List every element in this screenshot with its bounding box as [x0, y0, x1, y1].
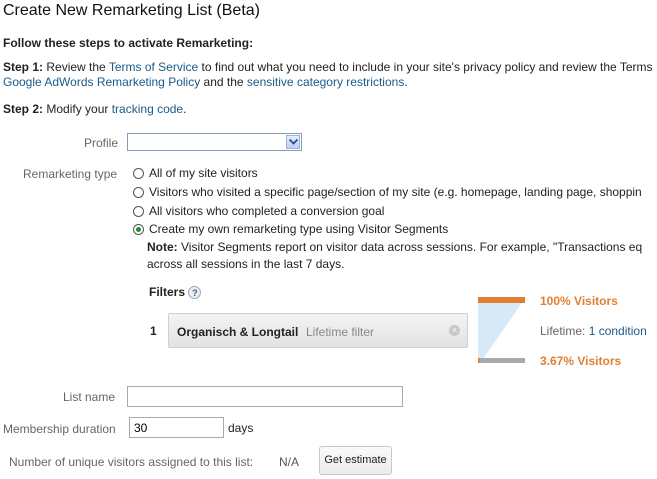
filter-name: Organisch & Longtail: [177, 325, 299, 339]
option-label: All of my site visitors: [149, 166, 258, 180]
unique-visitors-value: N/A: [279, 455, 300, 469]
funnel-bar-bottom-fill: [478, 358, 480, 363]
option-label: Visitors who visited a specific page/sec…: [149, 185, 642, 199]
step1-line-1: Step 1: Review the Terms of Service to f…: [3, 60, 653, 74]
step1-text-c: and the: [200, 75, 247, 89]
note-text: Visitor Segments report on visitor data …: [177, 240, 643, 254]
option-conversion-goal[interactable]: All visitors who completed a conversion …: [133, 204, 384, 218]
step1-text-d: .: [404, 75, 408, 89]
filters-label-text: Filters: [149, 285, 186, 299]
membership-label: Membership duration: [3, 422, 116, 436]
funnel-bar-bottom: [478, 358, 525, 363]
funnel-top-label: 100% Visitors: [540, 294, 618, 308]
step1-line-2: Google AdWords Remarketing Policy and th…: [3, 75, 408, 89]
step2-text: Modify your: [43, 102, 112, 116]
note-line-1: Note: Visitor Segments report on visitor…: [147, 240, 642, 254]
radio-conversion-goal[interactable]: [133, 205, 144, 217]
filter-scope: Lifetime filter: [306, 325, 375, 339]
profile-select[interactable]: [127, 133, 302, 151]
step1-text-a: Review the: [43, 60, 109, 74]
profile-label: Profile: [84, 136, 119, 150]
page-title: Create New Remarketing List (Beta): [3, 2, 260, 19]
terms-of-service-link[interactable]: Terms of Service: [109, 60, 198, 74]
step2-label: Step 2:: [3, 102, 44, 116]
membership-unit: days: [228, 421, 254, 435]
membership-duration-input[interactable]: [129, 417, 224, 438]
funnel-shape: [478, 300, 524, 359]
filters-label: Filters ?: [149, 285, 202, 300]
chevron-down-icon[interactable]: [286, 135, 300, 149]
condition-link[interactable]: 1 condition: [589, 324, 647, 338]
close-icon[interactable]: ×: [449, 325, 460, 336]
steps-heading: Follow these steps to activate Remarketi…: [3, 36, 254, 50]
step2-text-end: .: [183, 102, 187, 116]
step1-label: Step 1:: [3, 60, 44, 74]
option-label: All visitors who completed a conversion …: [149, 204, 385, 218]
list-name-label: List name: [63, 390, 116, 404]
note-label: Note:: [147, 240, 178, 254]
filter-index: 1: [150, 324, 157, 338]
filter-item[interactable]: Organisch & Longtail Lifetime filter ×: [168, 313, 468, 348]
sensitive-restrictions-link[interactable]: sensitive category restrictions: [247, 75, 404, 89]
remarketing-type-label: Remarketing type: [23, 167, 118, 181]
note-line-2: across all sessions in the last 7 days.: [147, 257, 345, 271]
option-specific-page[interactable]: Visitors who visited a specific page/sec…: [133, 185, 642, 199]
unique-visitors-label: Number of unique visitors assigned to th…: [9, 455, 254, 469]
help-icon[interactable]: ?: [188, 286, 202, 300]
lifetime-label: Lifetime:: [540, 324, 586, 338]
funnel-bottom-label: 3.67% Visitors: [540, 354, 622, 368]
visitor-funnel: [478, 297, 525, 363]
step2-line: Step 2: Modify your tracking code.: [3, 102, 186, 116]
get-estimate-button[interactable]: Get estimate: [319, 446, 392, 475]
funnel-bar-top: [478, 297, 525, 303]
step1-text-b: to find out what you need to include in …: [198, 60, 653, 74]
radio-all-visitors[interactable]: [133, 167, 144, 179]
funnel-lifetime-line: Lifetime: 1 condition: [540, 324, 647, 338]
remarketing-policy-link[interactable]: Google AdWords Remarketing Policy: [3, 75, 200, 89]
radio-visitor-segments[interactable]: [133, 223, 144, 235]
option-label: Create my own remarketing type using Vis…: [149, 222, 449, 236]
tracking-code-link[interactable]: tracking code: [112, 102, 183, 116]
list-name-input[interactable]: [127, 386, 403, 407]
option-all-visitors[interactable]: All of my site visitors: [133, 166, 258, 180]
radio-specific-page[interactable]: [133, 186, 144, 198]
option-visitor-segments[interactable]: Create my own remarketing type using Vis…: [133, 222, 448, 236]
